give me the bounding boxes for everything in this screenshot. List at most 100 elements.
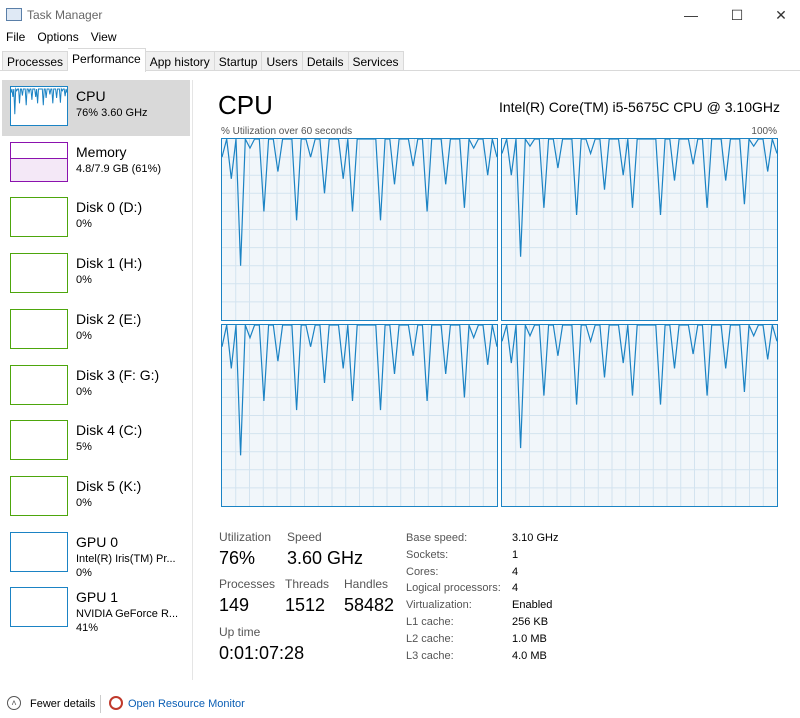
sidebar-item-name: GPU 1 xyxy=(76,589,119,606)
spec-value: 4 xyxy=(512,565,519,578)
sidebar-item-gpu-0[interactable]: GPU 0 Intel(R) Iris(TM) Pr... 0% xyxy=(2,526,190,582)
sidebar-item-disk-1-h[interactable]: Disk 1 (H:) 0% xyxy=(2,247,190,303)
spec-value: 4.0 MB xyxy=(512,649,547,662)
tab-bar: Processes Performance App history Startu… xyxy=(0,48,800,72)
sidebar-item-name: Disk 1 (H:) xyxy=(76,255,143,272)
processes-label: Processes xyxy=(219,577,276,591)
spec-key: Cores: xyxy=(406,565,439,578)
utilization-value: 76% xyxy=(219,548,256,568)
sidebar-item-detail: NVIDIA GeForce R... xyxy=(76,608,179,621)
spec-row: Base speed: 3.10 GHz xyxy=(406,530,558,547)
cpu-model: Intel(R) Core(TM) i5-5675C CPU @ 3.10GHz xyxy=(498,99,780,115)
tab-performance[interactable]: Performance xyxy=(68,48,146,72)
mini-graph xyxy=(10,253,68,294)
sidebar-item-memory[interactable]: Memory 4.8/7.9 GB (61%) xyxy=(2,136,190,192)
minimize-button[interactable]: — xyxy=(676,4,706,26)
spec-key: L1 cache: xyxy=(406,615,454,628)
axis-label: % Utilization over 60 seconds xyxy=(221,126,353,137)
mini-graph xyxy=(10,86,68,126)
spec-value: 1.0 MB xyxy=(512,632,547,645)
mini-graph xyxy=(10,587,68,628)
mini-graph xyxy=(10,197,68,238)
spec-key: Logical processors: xyxy=(406,582,501,595)
spec-row: L2 cache: 1.0 MB xyxy=(406,631,558,648)
maximize-button[interactable]: ☐ xyxy=(722,4,752,26)
fewer-details-button[interactable]: Fewer details xyxy=(30,698,95,710)
title-bar: Task Manager — ☐ ✕ xyxy=(0,0,800,30)
speed-label: Speed xyxy=(287,530,322,544)
spec-key: Base speed: xyxy=(406,532,468,544)
spec-value: Enabled xyxy=(512,599,553,612)
core-graph-3 xyxy=(501,324,778,507)
sidebar-item-detail: 76% 3.60 GHz xyxy=(76,107,148,119)
tab-processes[interactable]: Processes xyxy=(2,51,69,71)
tab-details[interactable]: Details xyxy=(302,51,349,71)
sidebar-item-cpu[interactable]: CPU 76% 3.60 GHz xyxy=(2,80,190,136)
spec-row: L1 cache: 256 KB xyxy=(406,614,558,631)
sidebar-item-name: GPU 0 xyxy=(76,533,119,550)
sidebar-item-name: Disk 4 (C:) xyxy=(76,422,143,439)
spec-key: Sockets: xyxy=(406,548,449,561)
sidebar-item-disk-5-k[interactable]: Disk 5 (K:) 0% xyxy=(2,470,190,526)
core-graph-0 xyxy=(221,138,498,321)
uptime-value: 0:01:07:28 xyxy=(219,643,305,663)
page-title: CPU xyxy=(218,90,273,120)
sidebar-item-usage: 41% xyxy=(76,622,99,635)
tab-startup[interactable]: Startup xyxy=(214,51,263,71)
sidebar-item-detail: 0% xyxy=(76,329,92,342)
sidebar-item-usage: 0% xyxy=(76,566,92,579)
sidebar-item-name: Disk 3 (F: G:) xyxy=(76,366,160,383)
spec-key: L3 cache: xyxy=(406,649,454,662)
core-graph-1 xyxy=(501,138,778,321)
open-resource-monitor-link[interactable]: Open Resource Monitor xyxy=(128,698,245,710)
sidebar-item-disk-0-d[interactable]: Disk 0 (D:) 0% xyxy=(2,191,190,247)
spec-row: Cores: 4 xyxy=(406,564,558,581)
sidebar-item-detail: 0% xyxy=(76,385,92,398)
sidebar-item-name: Disk 0 (D:) xyxy=(76,199,143,216)
menu-options[interactable]: Options xyxy=(31,30,84,46)
resource-monitor-icon xyxy=(109,696,123,710)
sidebar-item-disk-4-c[interactable]: Disk 4 (C:) 5% xyxy=(2,414,190,470)
close-button[interactable]: ✕ xyxy=(766,4,796,26)
axis-max: 100% xyxy=(751,126,777,137)
uptime-label: Up time xyxy=(219,625,261,639)
tab-services[interactable]: Services xyxy=(348,51,404,71)
threads-value: 1512 xyxy=(285,595,326,615)
spec-key: L2 cache: xyxy=(406,632,454,645)
sidebar-item-detail: 4.8/7.9 GB (61%) xyxy=(76,162,161,175)
sidebar-item-name: Memory xyxy=(76,143,127,160)
divider xyxy=(100,695,101,713)
sidebar-item-disk-3-f-g[interactable]: Disk 3 (F: G:) 0% xyxy=(2,359,190,415)
spec-row: Logical processors: 4 xyxy=(406,580,558,597)
sidebar-item-name: Disk 2 (E:) xyxy=(76,310,142,327)
cpu-specs: Base speed: 3.10 GHz Sockets: 1 Cores: 4 Logic… xyxy=(406,530,558,664)
sidebar-item-detail: 0% xyxy=(76,274,92,287)
mini-graph xyxy=(10,531,68,572)
tab-users[interactable]: Users xyxy=(262,51,303,71)
handles-label: Handles xyxy=(344,577,389,591)
threads-label: Threads xyxy=(285,577,330,591)
sidebar-item-disk-2-e[interactable]: Disk 2 (E:) 0% xyxy=(2,303,190,359)
spec-value: 1 xyxy=(512,548,519,561)
core-graph-2 xyxy=(221,324,498,507)
sidebar-item-detail: Intel(R) Iris(TM) Pr... xyxy=(76,552,176,565)
spec-value: 256 KB xyxy=(512,615,549,628)
window-title: Task Manager xyxy=(27,8,103,22)
chevron-up-icon[interactable]: ˄ xyxy=(7,696,21,710)
cpu-mini-line xyxy=(10,87,68,115)
sidebar-item-detail: 5% xyxy=(76,441,92,454)
sidebar-item-gpu-1[interactable]: GPU 1 NVIDIA GeForce R... 41% xyxy=(2,581,190,637)
menu-view[interactable]: View xyxy=(85,30,123,46)
processes-value: 149 xyxy=(219,595,250,615)
spec-value: 4 xyxy=(512,582,519,595)
task-manager-icon xyxy=(6,8,22,21)
spec-row: L3 cache: 4.0 MB xyxy=(406,648,558,665)
memory-fill xyxy=(11,157,67,181)
mini-graph xyxy=(10,364,68,405)
tab-app-history[interactable]: App history xyxy=(145,51,215,71)
mini-graph xyxy=(10,308,68,349)
menu-file[interactable]: File xyxy=(0,30,31,46)
resource-sidebar: CPU 76% 3.60 GHz Memory 4.8/7.9 GB (61%)… xyxy=(0,80,193,680)
spec-key: Virtualization: xyxy=(406,599,472,612)
handles-value: 58482 xyxy=(344,595,395,615)
